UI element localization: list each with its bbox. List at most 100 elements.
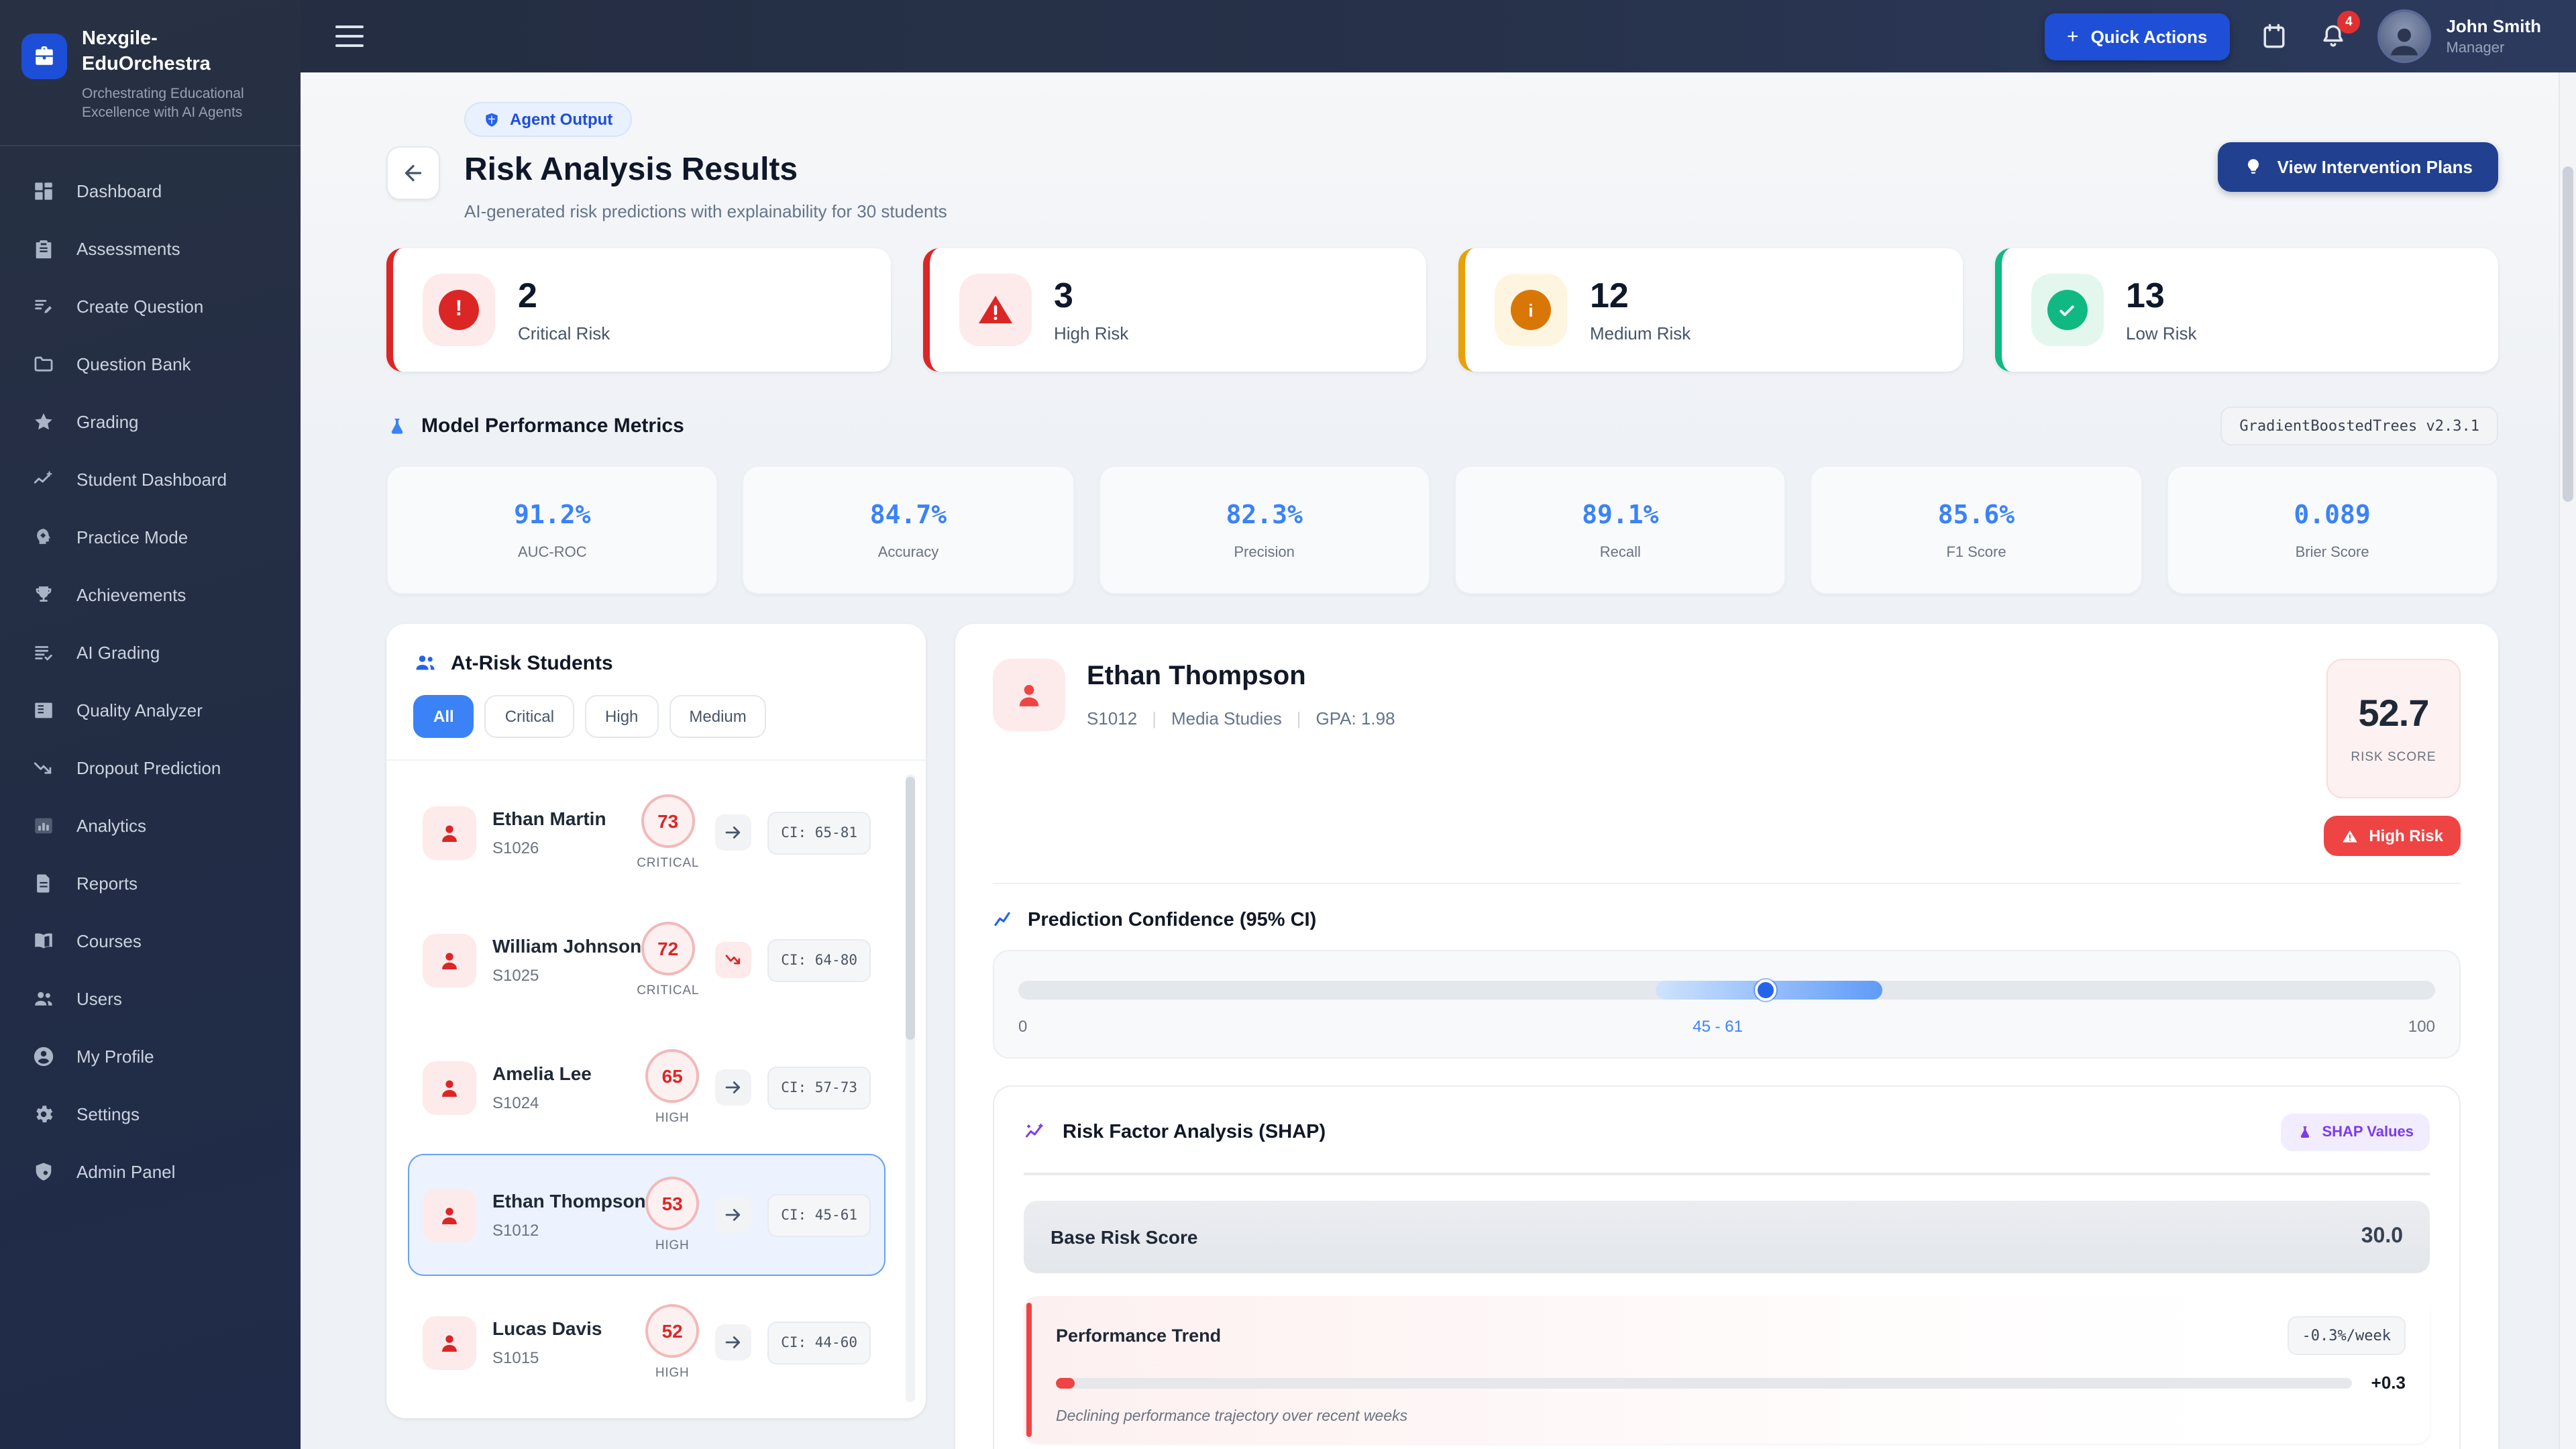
confidence-slider-box: 0 45 - 61 100 [993, 950, 2461, 1059]
base-risk-score-value: 30.0 [2361, 1225, 2403, 1248]
sidebar-item-dashboard[interactable]: Dashboard [11, 162, 290, 220]
shap-values-label: SHAP Values [2322, 1124, 2414, 1140]
page-header: Agent Output Risk Analysis Results AI-ge… [386, 72, 2498, 221]
student-avatar [423, 806, 476, 859]
view-intervention-plans-button[interactable]: View Intervention Plans [2218, 142, 2498, 192]
sidebar-item-reports[interactable]: Reports [11, 855, 290, 912]
filter-chip-high[interactable]: High [585, 695, 659, 738]
metric-card-precision: 82.3% Precision [1098, 466, 1430, 594]
confidence-interval-badge: CI: 57-73 [767, 1066, 871, 1109]
shap-analysis-box: Risk Factor Analysis (SHAP) SHAP Values … [993, 1085, 2461, 1449]
confidence-point-marker[interactable] [1754, 979, 1776, 1001]
risk-level-label: HIGH [655, 1366, 690, 1381]
user-avatar [2377, 9, 2432, 63]
app-title: Nexgile-EduOrchestra [82, 28, 211, 75]
metric-card-accuracy: 84.7% Accuracy [742, 466, 1075, 594]
confidence-slider-track[interactable] [1018, 979, 2435, 1001]
student-row-selected[interactable]: Ethan Thompson S1012 53 HIGH CI: 45-61 [408, 1154, 885, 1276]
user-menu[interactable]: John Smith Manager [2377, 9, 2541, 63]
critical-risk-icon: ! [423, 274, 495, 346]
high-risk-badge-label: High Risk [2369, 826, 2443, 845]
sidebar-item-label: AI Grading [76, 643, 160, 663]
sidebar-item-label: Settings [76, 1104, 140, 1125]
metric-card-auc-roc: 91.2% AUC-ROC [386, 466, 718, 594]
student-row[interactable]: Amelia Lee S1024 65 HIGH CI: 57-73 [408, 1026, 885, 1148]
sidebar-item-users[interactable]: Users [11, 970, 290, 1028]
back-button[interactable] [386, 146, 440, 200]
confidence-min-label: 0 [1018, 1017, 1028, 1036]
sidebar-item-label: My Profile [76, 1046, 154, 1067]
sidebar-item-label: Achievements [76, 585, 186, 606]
quick-actions-button[interactable]: + Quick Actions [2044, 13, 2231, 60]
student-row[interactable]: Lucas Davis S1015 52 HIGH CI: 44-60 [408, 1281, 885, 1403]
sidebar-item-courses[interactable]: Courses [11, 912, 290, 970]
menu-toggle-button[interactable] [335, 25, 364, 48]
metric-value: 84.7% [869, 500, 947, 529]
notifications-bell-icon[interactable]: 4 [2318, 11, 2361, 51]
risk-filter-chips: All Critical High Medium [413, 695, 899, 738]
metric-value: 85.6% [1937, 500, 2015, 529]
agent-output-badge: Agent Output [464, 102, 632, 137]
student-detail-panel: Ethan Thompson S1012 | Media Studies | G… [955, 624, 2498, 1449]
risk-score-value: 52.7 [2358, 692, 2430, 734]
student-row[interactable]: William Johnson S1025 72 CRITICAL CI: 64… [408, 899, 885, 1021]
filter-chip-critical[interactable]: Critical [484, 695, 575, 738]
factor-rate-badge: -0.3%/week [2287, 1316, 2406, 1355]
trend-sparkle-icon [30, 466, 56, 493]
trend-flat-icon [715, 1197, 752, 1233]
detail-avatar [993, 659, 1065, 731]
sidebar-item-grading[interactable]: Grading [11, 393, 290, 451]
sidebar-item-create-question[interactable]: Create Question [11, 278, 290, 335]
confidence-interval-badge: CI: 44-60 [767, 1321, 871, 1364]
sidebar-item-label: Courses [76, 931, 142, 952]
risk-level-label: HIGH [655, 1111, 690, 1126]
scrollbar-thumb[interactable] [906, 777, 915, 1040]
sidebar-item-assessments[interactable]: Assessments [11, 220, 290, 278]
metric-value: 91.2% [514, 500, 591, 529]
metric-card-brier: 0.089 Brier Score [2166, 466, 2498, 594]
warning-triangle-icon [2342, 829, 2357, 842]
sidebar-item-ai-grading[interactable]: AI Grading [11, 624, 290, 682]
filter-chip-medium[interactable]: Medium [669, 695, 767, 738]
sidebar-item-practice-mode[interactable]: Practice Mode [11, 508, 290, 566]
student-name: Amelia Lee [492, 1063, 592, 1084]
metric-label: F1 Score [1946, 544, 2006, 560]
sidebar-item-quality-analyzer[interactable]: Quality Analyzer [11, 682, 290, 739]
detail-student-name: Ethan Thompson [1087, 661, 1306, 691]
user-role: Manager [2446, 40, 2505, 56]
sidebar-item-dropout-prediction[interactable]: Dropout Prediction [11, 739, 290, 797]
sidebar-item-student-dashboard[interactable]: Student Dashboard [11, 451, 290, 508]
notification-count-badge: 4 [2337, 11, 2361, 34]
app-window: Nexgile-EduOrchestra Orchestrating Educa… [0, 0, 2576, 1449]
page-scrollbar-thumb[interactable] [2563, 166, 2573, 502]
students-list-scrollbar[interactable] [906, 774, 915, 1402]
sidebar-item-label: Reports [76, 873, 138, 894]
student-row[interactable]: Ethan Martin S1026 73 CRITICAL CI: 65-81 [408, 771, 885, 894]
student-name: Ethan Thompson [492, 1190, 646, 1212]
sidebar-item-analytics[interactable]: Analytics [11, 797, 290, 855]
sidebar-item-label: Quality Analyzer [76, 700, 203, 721]
sidebar-item-label: Assessments [76, 239, 180, 260]
student-name: William Johnson [492, 935, 642, 957]
metric-label: Recall [1599, 544, 1641, 560]
calendar-icon[interactable] [2259, 21, 2289, 51]
student-name: Ethan Martin [492, 808, 606, 829]
student-detail-header: Ethan Thompson S1012 | Media Studies | G… [993, 659, 2461, 856]
page-scrollbar[interactable] [2559, 72, 2576, 1449]
at-risk-students-title: At-Risk Students [451, 651, 613, 674]
filter-chip-all[interactable]: All [413, 695, 474, 738]
sidebar-item-question-bank[interactable]: Question Bank [11, 335, 290, 393]
sidebar-item-my-profile[interactable]: My Profile [11, 1028, 290, 1085]
sidebar-item-label: Create Question [76, 297, 204, 317]
app-logo-icon [21, 34, 67, 79]
brand-block: Nexgile-EduOrchestra Orchestrating Educa… [0, 0, 301, 147]
factor-fill [1056, 1377, 1075, 1388]
sidebar-item-label: Admin Panel [76, 1162, 176, 1183]
trend-down-icon [715, 942, 752, 978]
sidebar-item-achievements[interactable]: Achievements [11, 566, 290, 624]
model-metrics-title: Model Performance Metrics [421, 415, 684, 437]
clipboard-icon [30, 235, 56, 262]
sidebar-item-settings[interactable]: Settings [11, 1085, 290, 1143]
book-icon [30, 928, 56, 955]
sidebar-item-admin-panel[interactable]: Admin Panel [11, 1143, 290, 1201]
